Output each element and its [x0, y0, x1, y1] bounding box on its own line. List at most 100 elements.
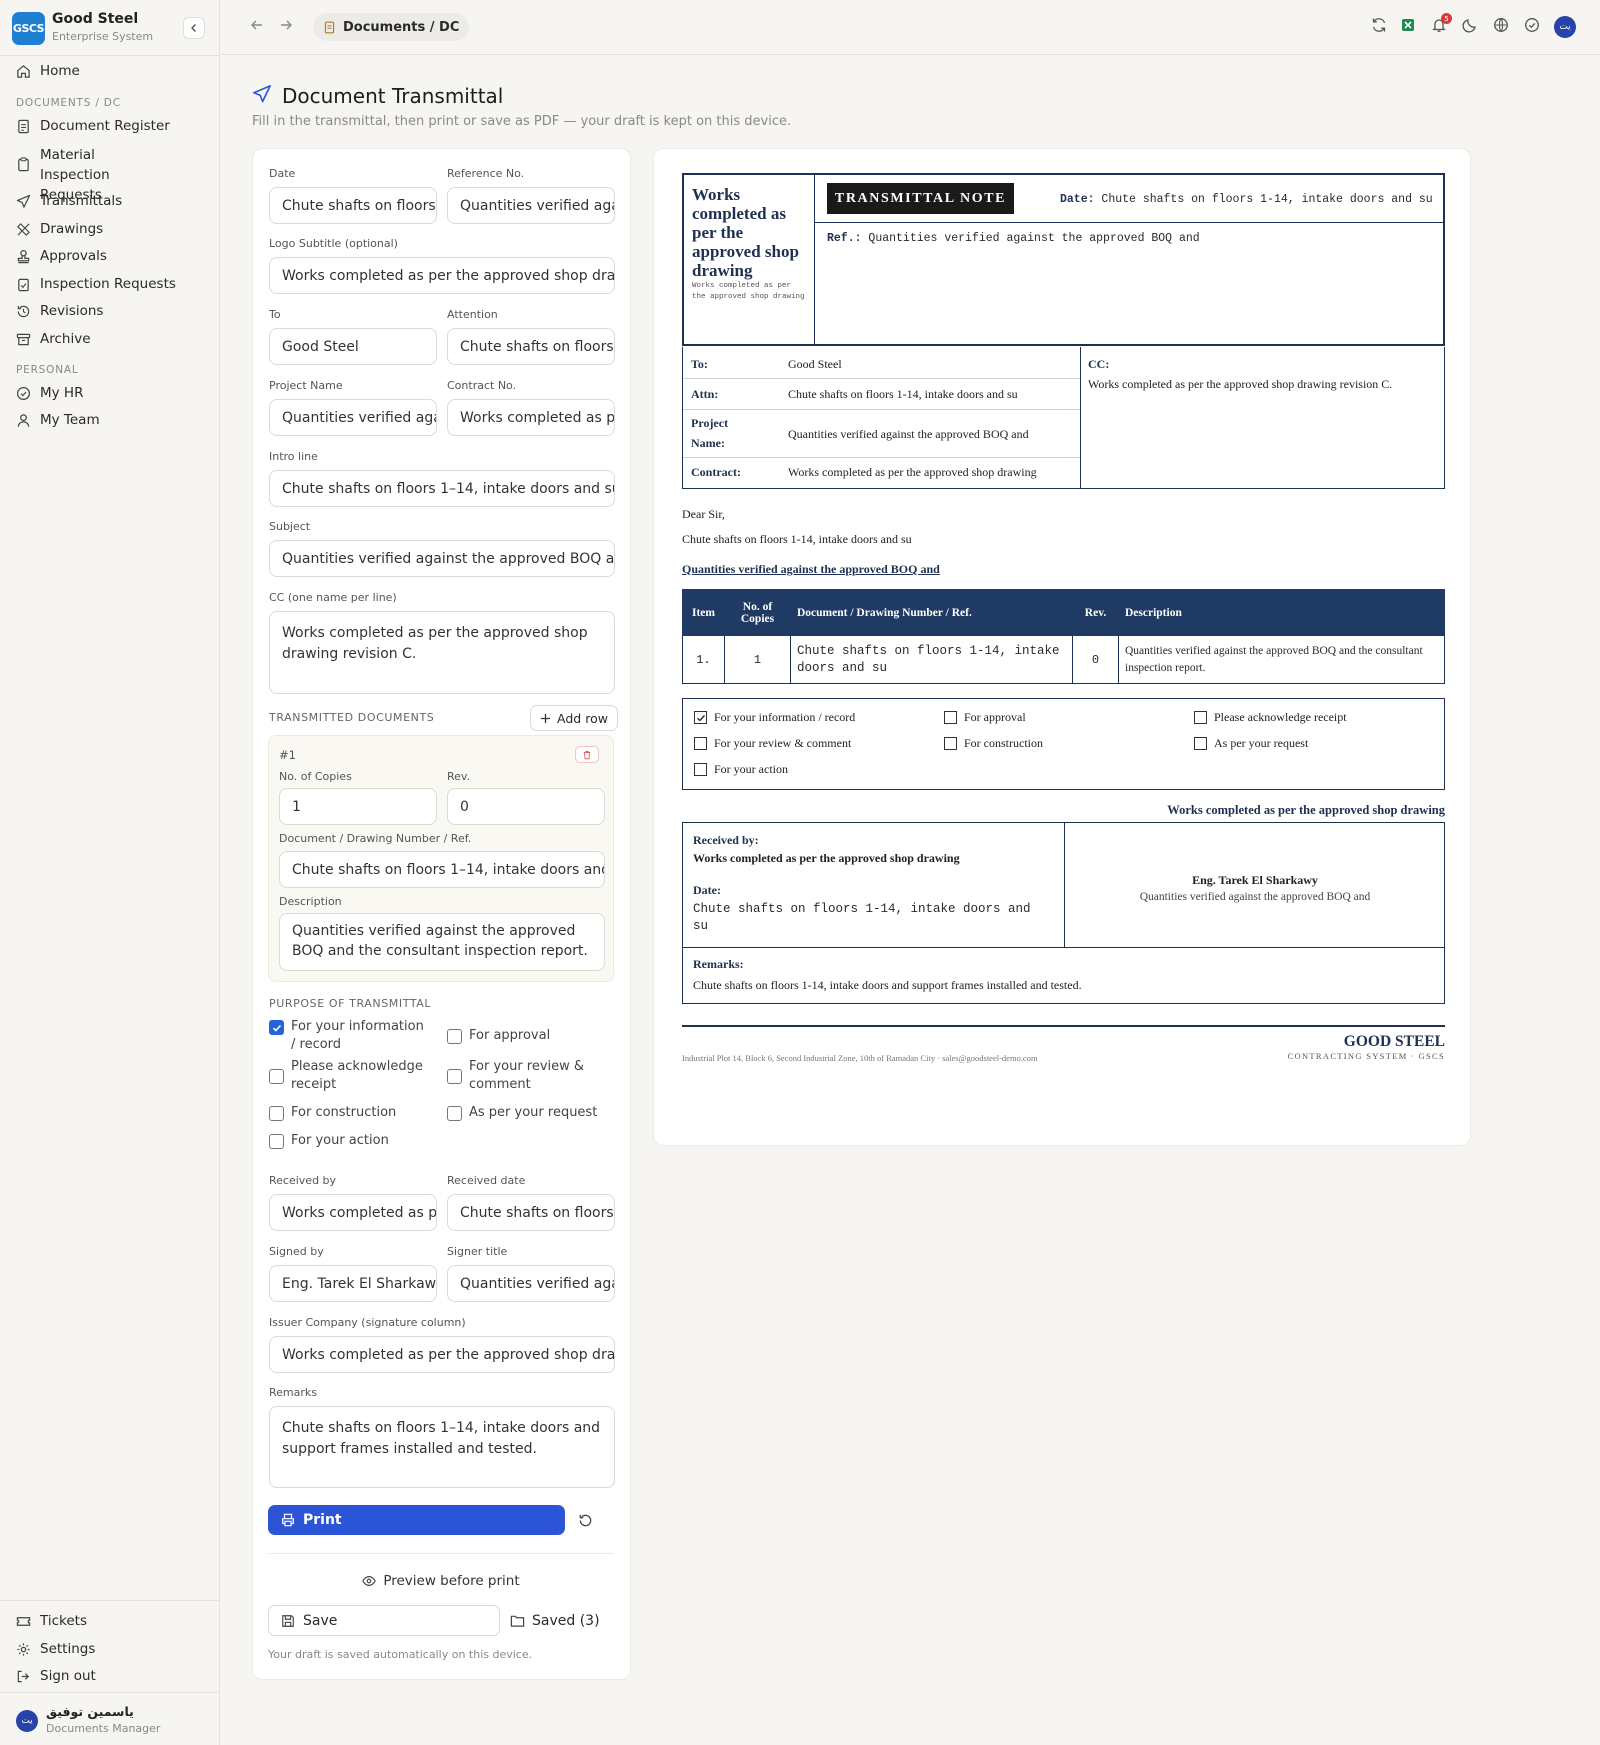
spreadsheet-icon[interactable] [1400, 17, 1416, 33]
received-by-label: Received by [269, 1174, 337, 1187]
purpose-approval-checkbox[interactable]: For approval [447, 1027, 550, 1045]
remarks-textarea[interactable]: Chute shafts on floors 1–14, intake door… [269, 1406, 615, 1488]
project-name-field[interactable]: Quantities verified aga [269, 399, 437, 436]
app-subtitle: Enterprise System [52, 30, 154, 43]
signer-title-field[interactable]: Quantities verified aga [447, 1265, 615, 1302]
document-icon [18, 119, 29, 134]
brand[interactable]: GSCS Good Steel Enterprise System [12, 10, 208, 46]
nav-settings[interactable]: Settings [16, 1641, 95, 1657]
intro-line-field[interactable]: Chute shafts on floors 1–14, intake door… [269, 470, 615, 507]
divider [0, 1692, 220, 1693]
moon-icon[interactable] [1462, 17, 1478, 33]
attention-field[interactable]: Chute shafts on floors [447, 328, 615, 365]
app-logo: GSCS [12, 12, 45, 45]
date-label: Date [269, 167, 296, 180]
logo-block: Works completed as per the approved shop… [684, 175, 815, 344]
divider [1080, 347, 1081, 488]
delete-row-button[interactable] [575, 746, 599, 763]
date-field[interactable]: Chute shafts on floors [269, 187, 437, 224]
print-label: Print [303, 1512, 342, 1528]
check-circle-icon[interactable] [1524, 17, 1540, 33]
ticket-icon [16, 1617, 31, 1626]
received-by-field[interactable]: Works completed as p [269, 1194, 437, 1231]
nav-home[interactable]: Home [16, 63, 80, 79]
nav-revisions[interactable]: Revisions [16, 303, 103, 319]
header-ref: Ref.: Quantities verified against the ap… [827, 232, 1200, 245]
user-avatar: يت [16, 1710, 38, 1732]
header-date: Date: Chute shafts on floors 1-14, intak… [1060, 193, 1433, 206]
nav-drawings[interactable]: Drawings [16, 221, 103, 237]
back-arrow-icon[interactable] [249, 17, 265, 33]
logo-subtitle-field[interactable]: Works completed as per the approved shop… [269, 257, 615, 294]
floppy-icon [282, 1614, 294, 1627]
nav-approvals[interactable]: Approvals [16, 248, 107, 264]
saved-label: Saved (3) [532, 1612, 600, 1629]
globe-icon[interactable] [1493, 17, 1509, 33]
user-name: ياسمين توفيق [46, 1704, 134, 1719]
user-menu[interactable]: يت ياسمين توفيق Documents Manager [16, 1704, 206, 1738]
copies-field[interactable]: 1 [279, 788, 437, 825]
remarks-value: Chute shafts on floors 1-14, intake door… [693, 978, 1082, 992]
nav-label: Settings [40, 1641, 96, 1657]
remarks-label: Remarks [269, 1386, 317, 1399]
nav-tickets[interactable]: Tickets [16, 1613, 87, 1629]
purpose-action-checkbox[interactable]: For your action [269, 1132, 389, 1150]
nav-document-register[interactable]: Document Register [16, 118, 170, 134]
footer-rule [682, 1025, 1445, 1027]
nav-my-hr[interactable]: My HR [16, 385, 83, 401]
nav-label: My Team [40, 412, 100, 428]
forward-arrow-icon[interactable] [278, 17, 294, 33]
documents-table: Item No. of Copies Document / Drawing Nu… [682, 589, 1445, 684]
purpose-label: For approval [964, 710, 1026, 724]
collapse-sidebar-button[interactable] [183, 17, 205, 39]
doc-purpose-request: As per your request [1194, 736, 1308, 751]
cc-textarea[interactable]: Works completed as per the approved shop… [269, 611, 615, 694]
col-description: Description [1118, 589, 1445, 636]
checkbox-checked [694, 711, 707, 724]
print-button[interactable]: Print [268, 1505, 565, 1535]
doc-purpose-action: For your action [694, 762, 788, 777]
nav-sign-out[interactable]: Sign out [16, 1668, 96, 1684]
contract-key: Contract: [691, 465, 741, 479]
to-field[interactable]: Good Steel [269, 328, 437, 365]
reference-field[interactable]: Quantities verified aga [447, 187, 615, 224]
breadcrumb[interactable]: Documents / DC [313, 13, 470, 41]
notification-badge: 5 [1441, 13, 1452, 24]
description-textarea[interactable]: Quantities verified against the approved… [279, 913, 605, 971]
history-icon [17, 305, 30, 318]
attention-label: Attention [447, 308, 498, 321]
col-document-number: Document / Drawing Number / Ref. [790, 589, 1073, 636]
nav-my-team[interactable]: My Team [16, 412, 100, 428]
issuer-field[interactable]: Works completed as per the approved shop… [269, 1336, 615, 1373]
reset-icon[interactable] [578, 1513, 593, 1528]
attn-key: Attn: [691, 387, 719, 401]
purpose-review-checkbox[interactable]: For your review & comment [447, 1058, 587, 1094]
purpose-construction-checkbox[interactable]: For construction [269, 1104, 396, 1122]
preview-button[interactable]: Preview before print [268, 1569, 614, 1593]
checkbox [944, 737, 957, 750]
logo-subtitle: Works completed as per the approved shop… [692, 282, 805, 301]
refresh-icon[interactable] [1371, 17, 1387, 33]
gear-icon [17, 1643, 30, 1656]
saved-drafts-button[interactable]: Saved (3) [510, 1605, 615, 1636]
send-icon [16, 194, 31, 208]
purpose-information-checkbox[interactable]: For your information / record [269, 1018, 424, 1054]
subject-field[interactable]: Quantities verified against the approved… [269, 540, 615, 577]
save-button[interactable]: Save [268, 1605, 500, 1636]
contract-field[interactable]: Works completed as p [447, 399, 615, 436]
rev-field[interactable]: 0 [447, 788, 605, 825]
doc-number-field[interactable]: Chute shafts on floors 1–14, intake door… [279, 851, 605, 888]
signed-by-field[interactable]: Eng. Tarek El Sharkawy [269, 1265, 437, 1302]
topbar-avatar[interactable]: يت [1554, 16, 1576, 38]
checkbox [269, 1134, 284, 1149]
nav-inspection-requests[interactable]: Inspection Requests [16, 276, 176, 292]
add-row-button[interactable]: Add row [530, 705, 618, 731]
purpose-request-checkbox[interactable]: As per your request [447, 1104, 597, 1122]
purpose-acknowledge-checkbox[interactable]: Please acknowledge receipt [269, 1058, 429, 1094]
received-date-field[interactable]: Chute shafts on floors [447, 1194, 615, 1231]
divider [0, 1600, 220, 1601]
nav-transmittals[interactable]: Transmittals [16, 193, 122, 209]
nav-section-documents: DOCUMENTS / DC [16, 97, 121, 109]
nav-archive[interactable]: Archive [16, 331, 91, 347]
plus-icon [540, 713, 551, 723]
